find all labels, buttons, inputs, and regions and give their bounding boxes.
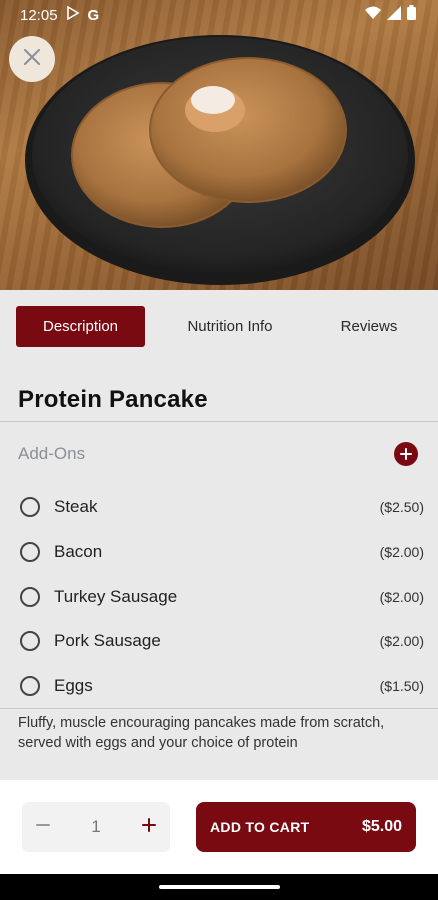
- quantity-stepper: 1: [22, 802, 170, 852]
- addon-option-price: ($2.00): [379, 589, 424, 605]
- status-bar: 12:05 G: [0, 0, 438, 30]
- cart-bar: 1 ADD TO CART $5.00: [0, 780, 438, 874]
- tab-reviews[interactable]: Reviews: [316, 306, 422, 347]
- quantity-value: 1: [91, 817, 101, 836]
- addon-option-label: Turkey Sausage: [54, 587, 178, 606]
- addon-option-price: ($2.00): [379, 544, 424, 560]
- radio-button[interactable]: [20, 497, 40, 517]
- addon-option-label: Pork Sausage: [54, 631, 161, 650]
- wifi-icon: [365, 6, 381, 25]
- addon-option-label: Eggs: [54, 676, 93, 695]
- play-store-icon: [66, 5, 80, 24]
- tab-bar: Description Nutrition Info Reviews: [16, 306, 422, 347]
- radio-button[interactable]: [20, 587, 40, 607]
- google-icon: G: [87, 6, 100, 24]
- plus-icon: [142, 817, 156, 832]
- close-icon: [23, 48, 41, 71]
- addon-option-price: ($2.50): [379, 499, 424, 515]
- cart-total: $5.00: [361, 818, 402, 835]
- decrement-button[interactable]: [36, 818, 50, 837]
- addon-option-label: Steak: [54, 497, 98, 516]
- plus-icon: [400, 448, 412, 460]
- addon-option-price: ($2.00): [379, 633, 424, 649]
- home-indicator[interactable]: [159, 885, 280, 889]
- addons-label: Add-Ons: [18, 444, 86, 463]
- item-description: Fluffy, muscle encouraging pancakes made…: [18, 715, 385, 751]
- addons-header: Add-Ons: [18, 440, 418, 468]
- item-details-sheet: Description Nutrition Info Reviews Prote…: [0, 290, 438, 780]
- tab-description[interactable]: Description: [16, 306, 145, 347]
- divider: [0, 421, 438, 422]
- item-title: Protein Pancake: [18, 386, 208, 413]
- radio-button[interactable]: [20, 676, 40, 696]
- system-nav-bar: [0, 874, 438, 900]
- tab-nutrition-info[interactable]: Nutrition Info: [166, 306, 294, 347]
- addon-option-turkey-sausage[interactable]: Turkey Sausage ($2.00): [20, 582, 424, 612]
- increment-button[interactable]: [142, 817, 156, 837]
- addon-option-label: Bacon: [54, 542, 103, 561]
- signal-icon: [387, 5, 401, 25]
- hero-image: [0, 0, 438, 290]
- addon-option-eggs[interactable]: Eggs ($1.50): [20, 671, 424, 701]
- addon-option-price: ($1.50): [379, 678, 424, 694]
- status-time: 12:05: [20, 6, 58, 24]
- battery-icon: [407, 5, 416, 25]
- add-to-cart-button[interactable]: ADD TO CART $5.00: [196, 802, 416, 852]
- close-button[interactable]: [9, 36, 55, 82]
- addon-option-bacon[interactable]: Bacon ($2.00): [20, 537, 424, 567]
- add-addon-button[interactable]: [394, 442, 418, 466]
- radio-button[interactable]: [20, 631, 40, 651]
- add-to-cart-label: ADD TO CART: [210, 819, 310, 835]
- addon-option-pork-sausage[interactable]: Pork Sausage ($2.00): [20, 626, 424, 656]
- addon-option-steak[interactable]: Steak ($2.50): [20, 492, 424, 522]
- pancake-plate-image: [25, 35, 415, 285]
- minus-icon: [36, 823, 50, 826]
- divider: [0, 708, 438, 709]
- radio-button[interactable]: [20, 542, 40, 562]
